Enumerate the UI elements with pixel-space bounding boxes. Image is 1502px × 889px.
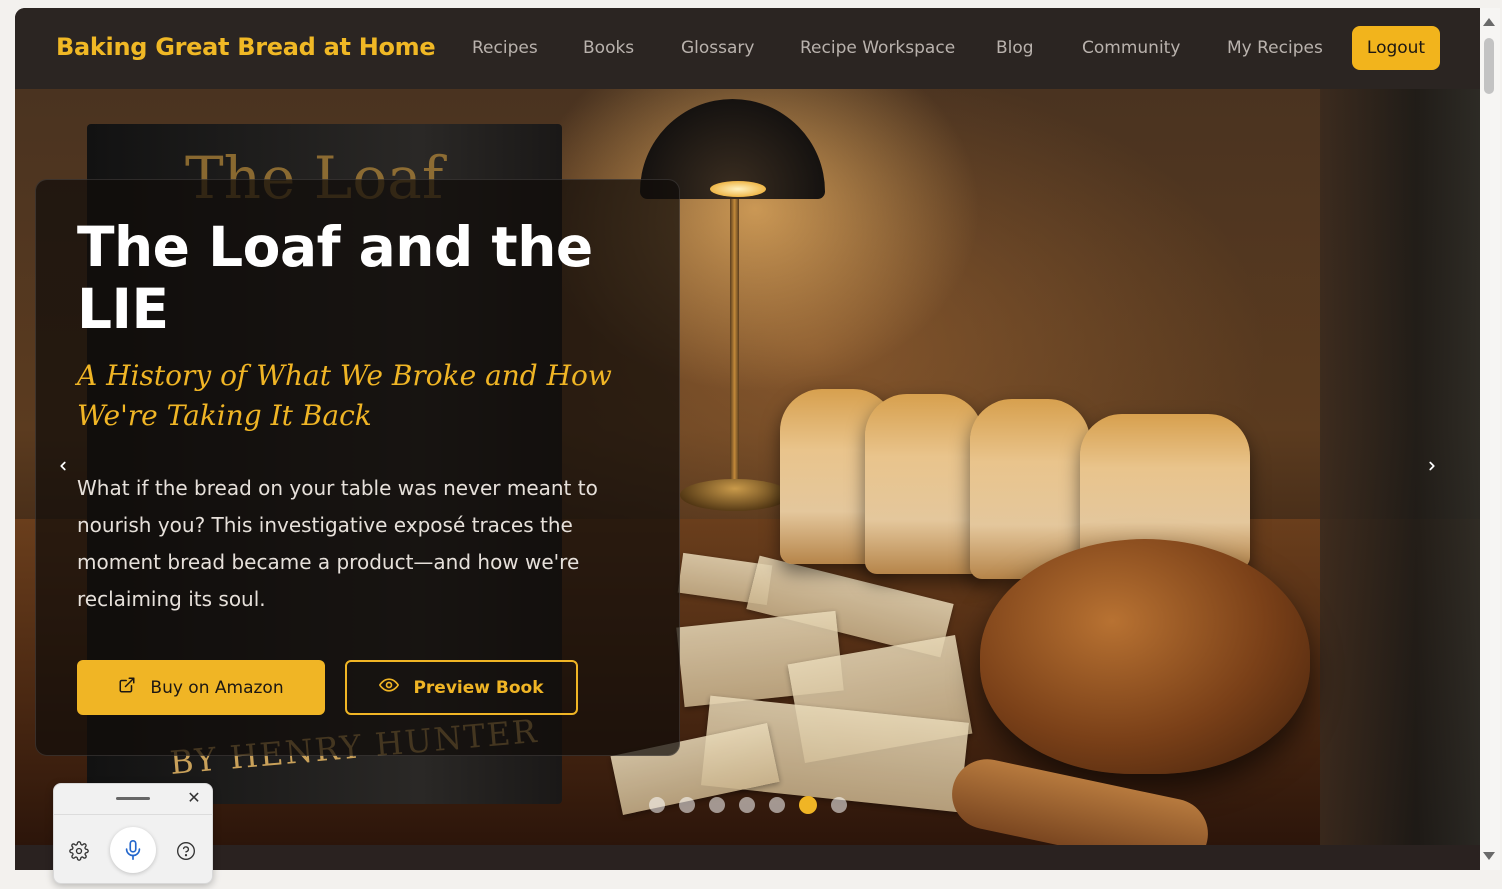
buy-on-amazon-button[interactable]: Buy on Amazon bbox=[77, 660, 325, 715]
buy-on-amazon-label: Buy on Amazon bbox=[150, 677, 284, 698]
browser-viewport: Baking Great Bread at Home Recipes Books… bbox=[15, 8, 1480, 870]
book-subtitle: A History of What We Broke and How We're… bbox=[77, 359, 612, 432]
carousel-prev-button[interactable] bbox=[37, 440, 89, 492]
nav-blog[interactable]: Blog bbox=[996, 38, 1034, 58]
divider bbox=[54, 814, 212, 815]
logout-button[interactable]: Logout bbox=[1352, 26, 1440, 70]
carousel-dot-5[interactable] bbox=[769, 797, 785, 813]
help-icon[interactable] bbox=[175, 840, 197, 862]
external-link-icon bbox=[118, 676, 136, 699]
vertical-scrollbar[interactable] bbox=[1480, 8, 1500, 870]
preview-book-button[interactable]: Preview Book bbox=[345, 660, 578, 715]
nav-recipe-workspace[interactable]: Recipe Workspace bbox=[800, 38, 955, 58]
gear-icon[interactable] bbox=[68, 840, 90, 862]
carousel-dot-2[interactable] bbox=[679, 797, 695, 813]
nav-glossary[interactable]: Glossary bbox=[681, 38, 754, 58]
hero-carousel: The Loaf BY HENRY HUNTER The Loaf and th… bbox=[15, 89, 1480, 845]
top-navigation: Baking Great Bread at Home Recipes Books… bbox=[15, 8, 1480, 89]
lamp-base bbox=[680, 479, 790, 511]
carousel-indicators bbox=[649, 796, 847, 814]
nav-recipes[interactable]: Recipes bbox=[472, 38, 538, 58]
page-section-below-hero bbox=[15, 845, 1480, 870]
nav-my-recipes[interactable]: My Recipes bbox=[1227, 38, 1323, 58]
carousel-dot-4[interactable] bbox=[739, 797, 755, 813]
hero-info-card: The Loaf and the LIE A History of What W… bbox=[35, 179, 680, 756]
chevron-right-icon bbox=[1429, 461, 1435, 471]
carousel-next-button[interactable] bbox=[1406, 440, 1458, 492]
nav-community[interactable]: Community bbox=[1082, 38, 1180, 58]
voice-access-widget: ✕ bbox=[53, 783, 213, 884]
boule-loaf-image bbox=[980, 539, 1310, 774]
microphone-button[interactable] bbox=[110, 827, 156, 873]
carousel-dot-1[interactable] bbox=[649, 797, 665, 813]
site-brand[interactable]: Baking Great Bread at Home bbox=[56, 33, 436, 61]
scrollbar-thumb[interactable] bbox=[1484, 38, 1494, 94]
carousel-dot-6[interactable] bbox=[799, 796, 817, 814]
drag-handle[interactable] bbox=[116, 797, 150, 800]
nav-books[interactable]: Books bbox=[583, 38, 634, 58]
preview-book-label: Preview Book bbox=[413, 677, 544, 698]
eye-icon bbox=[379, 675, 400, 700]
book-title: The Loaf and the LIE bbox=[77, 215, 593, 341]
scroll-up-arrow-icon[interactable] bbox=[1483, 18, 1495, 26]
book-description: What if the bread on your table was neve… bbox=[77, 476, 598, 611]
lamp-bulb bbox=[710, 181, 766, 197]
lamp-pole bbox=[730, 199, 739, 489]
bread-loaf-image bbox=[865, 394, 983, 574]
scroll-down-arrow-icon[interactable] bbox=[1483, 852, 1495, 860]
microphone-icon bbox=[125, 840, 141, 860]
close-icon[interactable]: ✕ bbox=[184, 788, 204, 808]
carousel-dot-3[interactable] bbox=[709, 797, 725, 813]
chevron-left-icon bbox=[60, 461, 66, 471]
carousel-dot-7[interactable] bbox=[831, 797, 847, 813]
